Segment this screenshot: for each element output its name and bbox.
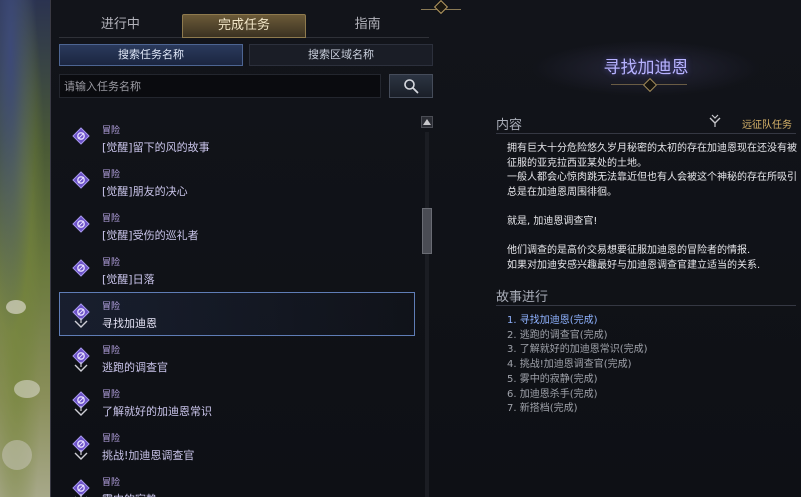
description-paragraph: 拥有巨大十分危险悠久岁月秘密的太初的存在加迪恩现在还没有被征服的亚克拉西亚某处的… <box>507 143 797 169</box>
search-button[interactable] <box>389 74 433 98</box>
quest-name-label: [觉醒]受伤的巡礼者 <box>102 229 199 242</box>
story-step[interactable]: 6. 加迪恩杀手(完成) <box>507 388 797 403</box>
quest-list-item[interactable]: 冒险 [觉醒]受伤的巡礼者 <box>59 204 415 248</box>
search-by-region-name-button[interactable]: 搜索区域名称 <box>249 44 433 66</box>
expedition-quest-label: 远征队任务 <box>742 120 792 131</box>
quest-detail-panel: 寻找加迪恩 内容 远征队任务 拥有巨大十分危险悠久岁月秘密的太初的存在加迪恩现在… <box>441 30 801 497</box>
story-step[interactable]: 1. 寻找加迪恩(完成) <box>507 314 797 329</box>
adventure-quest-icon <box>72 127 90 145</box>
content-section-header: 内容 远征队任务 <box>496 114 796 134</box>
tab-in-progress[interactable]: 进行中 <box>59 14 182 38</box>
story-step[interactable]: 4. 挑战!加迪恩调查官(完成) <box>507 358 797 373</box>
search-by-quest-name-button[interactable]: 搜索任务名称 <box>59 44 243 66</box>
game-world-background <box>0 0 52 497</box>
description-paragraph <box>507 230 797 245</box>
quest-name-label: [觉醒]朋友的决心 <box>102 185 188 198</box>
tab-guide[interactable]: 指南 <box>306 14 430 38</box>
quest-name-label: 了解就好的加迪恩常识 <box>102 405 212 418</box>
story-step[interactable]: 2. 逃跑的调查官(完成) <box>507 329 797 344</box>
quest-type-label: 冒险 <box>102 434 121 444</box>
scroll-thumb[interactable] <box>422 208 432 254</box>
quest-list-item[interactable]: 冒险了解就好的加迪恩常识 <box>59 380 415 424</box>
story-step[interactable]: 3. 了解就好的加迪恩常识(完成) <box>507 343 797 358</box>
quest-list-scrollbar[interactable] <box>421 116 433 497</box>
quest-tabs: 进行中 完成任务 指南 <box>59 14 430 38</box>
quest-name-label: 挑战!加迪恩调查官 <box>102 449 195 462</box>
quest-name-label: [觉醒]日落 <box>102 273 155 286</box>
description-paragraph: 就是, 加迪恩调查官! <box>507 215 598 227</box>
quest-list-item[interactable]: 冒险 [觉醒]日落 <box>59 248 415 292</box>
quest-list-item[interactable]: 冒险 寻找加迪恩 <box>59 292 415 336</box>
quest-type-label: 冒险 <box>102 214 121 224</box>
scroll-track[interactable] <box>425 132 429 497</box>
quest-list: 冒险 [觉醒]留下的风的故事 冒险 [觉醒]朋友的决心 冒险 [觉醒]受伤的巡礼者 冒险 [觉… <box>59 116 415 497</box>
chevron-down-icon <box>74 318 88 328</box>
banner-ornament <box>611 84 687 92</box>
description-paragraph: 一般人都会心惊肉跳无法靠近但也有人会被这个神秘的存在所吸引总是在加迪恩周围徘徊。 <box>507 172 797 198</box>
story-step[interactable]: 5. 雾中的寂静(完成) <box>507 373 797 388</box>
quest-search-input[interactable] <box>59 74 381 98</box>
chevron-down-icon <box>74 406 88 416</box>
arrow-up-icon <box>423 119 431 125</box>
content-header-label: 内容 <box>496 118 523 133</box>
search-row <box>59 74 433 98</box>
search-mode-toggle: 搜索任务名称 搜索区域名称 <box>59 44 433 66</box>
quest-name-label: 雾中的寂静 <box>102 491 157 497</box>
quest-list-item[interactable]: 冒险 逃跑的调查官 <box>59 336 415 380</box>
quest-list-item[interactable]: 冒险 [觉醒]朋友的决心 <box>59 160 415 204</box>
top-ornament <box>421 0 461 10</box>
adventure-quest-icon <box>72 259 90 277</box>
quest-type-label: 冒险 <box>102 258 121 268</box>
world-detail <box>2 440 32 470</box>
description-paragraph: 他们调查的是高价交易想要征服加迪恩的冒险者的情报. <box>507 245 751 257</box>
quest-name-label: 逃跑的调查官 <box>102 361 168 374</box>
scroll-up-button[interactable] <box>421 116 433 128</box>
chevron-down-icon <box>74 362 88 372</box>
quest-name-label: [觉醒]留下的风的故事 <box>102 141 210 154</box>
story-step[interactable]: 7. 新搭档(完成) <box>507 402 797 417</box>
search-icon <box>404 79 419 94</box>
adventure-quest-icon <box>72 215 90 233</box>
quest-journal-window: 进行中 完成任务 指南 搜索任务名称 搜索区域名称 冒险[觉醒]留下的风的故事冒… <box>50 0 801 497</box>
quest-description: 拥有巨大十分危险悠久岁月秘密的太初的存在加迪恩现在还没有被征服的亚克拉西亚某处的… <box>507 142 797 273</box>
quest-list-item[interactable]: 冒险 [觉醒]留下的风的故事 <box>59 116 415 160</box>
expedition-chevron-icon <box>709 114 721 127</box>
description-paragraph: 如果对加迪安感兴趣最好与加迪恩调查官建立适当的关系. <box>507 259 761 271</box>
world-detail <box>14 380 40 398</box>
quest-type-label: 冒险 <box>102 170 121 180</box>
quest-type-label: 冒险 <box>102 478 121 488</box>
quest-type-label: 冒险 <box>102 302 121 312</box>
quest-type-label: 冒险 <box>102 346 121 356</box>
description-paragraph <box>507 200 797 215</box>
quest-list-item[interactable]: 冒险雾中的寂静 <box>59 468 415 497</box>
quest-type-label: 冒险 <box>102 390 121 400</box>
quest-type-label: 冒险 <box>102 126 121 136</box>
story-section-header: 故事进行 <box>496 286 796 306</box>
quest-list-item[interactable]: 冒险挑战!加迪恩调查官 <box>59 424 415 468</box>
tab-completed[interactable]: 完成任务 <box>181 14 307 38</box>
quest-name-label: 寻找加迪恩 <box>102 317 157 330</box>
chevron-down-icon <box>74 450 88 460</box>
story-header-label: 故事进行 <box>496 290 549 305</box>
world-detail <box>6 300 26 314</box>
adventure-quest-icon <box>72 171 90 189</box>
story-progress-list: 1. 寻找加迪恩(完成) 2. 逃跑的调查官(完成) 3. 了解就好的加迪恩常识(完… <box>507 314 797 417</box>
